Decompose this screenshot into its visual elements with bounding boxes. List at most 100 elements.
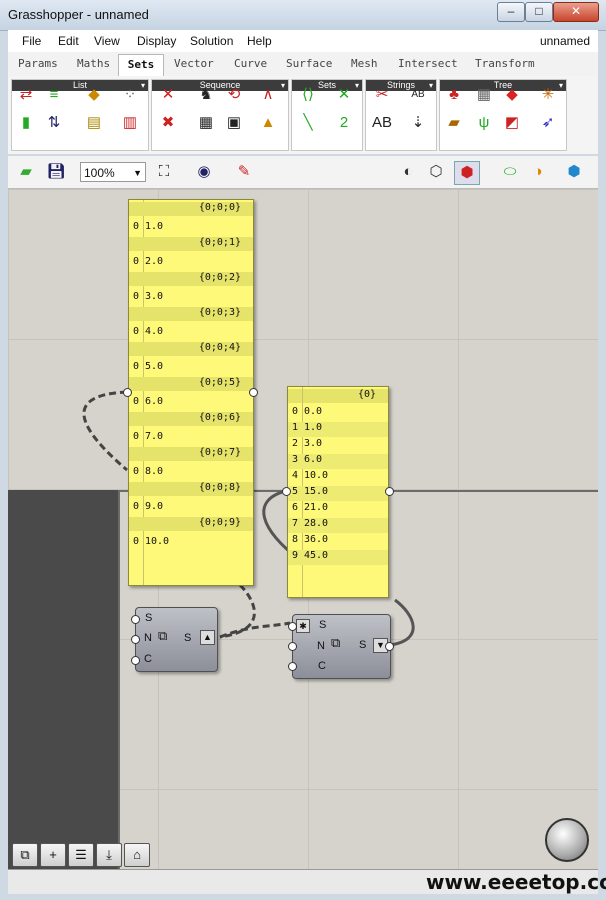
item-index: 4 — [292, 470, 299, 481]
list-item: 5 15.0 — [288, 486, 388, 501]
port-in-n[interactable] — [131, 635, 140, 644]
flatten-up-icon[interactable]: ▲ — [200, 630, 215, 645]
item-value: 8.0 — [145, 466, 164, 477]
port-in-s[interactable] — [288, 622, 297, 631]
item-index: 2 — [292, 438, 299, 449]
item-value: 15.0 — [304, 486, 329, 497]
branch-path: {0;0;0} — [129, 202, 253, 216]
watermark: www.eeeetop.com — [426, 870, 606, 894]
preview-settings-button[interactable]: ⌂ — [124, 843, 150, 867]
branch-item: 0 1.0 — [129, 221, 253, 235]
graft-star-icon[interactable]: ✱ — [296, 619, 310, 633]
list-item: 3 6.0 — [288, 454, 388, 469]
item-index: 0 — [133, 431, 140, 442]
item-index: 0 — [133, 466, 140, 477]
panel-right-output-port[interactable] — [385, 487, 394, 496]
item-index: 6 — [292, 502, 299, 513]
list-item: 1 1.0 — [288, 422, 388, 437]
panel-left[interactable]: {0;0;0} 0 1.0 {0;0;1} 0 2.0 {0;0;2} 0 3.0 {0;0;3}… — [128, 199, 254, 586]
branch-path: {0;0;1} — [129, 237, 253, 251]
branch-item: 0 9.0 — [129, 501, 253, 515]
input-n-label: N — [317, 640, 325, 652]
port-out-s[interactable] — [385, 642, 394, 651]
item-value: 36.0 — [304, 534, 329, 545]
branch-path: {0;0;9} — [129, 517, 253, 531]
panel-right[interactable]: {0} 0 0.0 1 1.0 2 3.0 3 6.0 4 10.0 5 15.0 6 21.0 7 28.0… — [287, 386, 389, 598]
branch-path: {0;0;4} — [129, 342, 253, 356]
list-item: 6 21.0 — [288, 502, 388, 517]
list-item: 4 10.0 — [288, 470, 388, 485]
item-index: 0 — [133, 501, 140, 512]
branch-item: 0 4.0 — [129, 326, 253, 340]
item-value: 3.0 — [304, 438, 323, 449]
component-left[interactable]: S N C ⧉ S ▲ — [131, 607, 218, 672]
add-button[interactable]: + — [40, 843, 66, 867]
item-index: 0 — [133, 291, 140, 302]
item-value: 1.0 — [145, 221, 164, 232]
branch-path: {0;0;7} — [129, 447, 253, 461]
item-value: 0.0 — [304, 406, 323, 417]
item-value: 45.0 — [304, 550, 329, 561]
component-right[interactable]: ✱ S N C ⧉ S ▼ — [288, 614, 394, 679]
port-in-c[interactable] — [131, 656, 140, 665]
list-item: 2 3.0 — [288, 438, 388, 453]
item-value: 7.0 — [145, 431, 164, 442]
panel-right-path: {0} — [288, 389, 388, 403]
item-value: 9.0 — [145, 501, 164, 512]
input-c-label: C — [318, 660, 326, 672]
output-s-label: S — [359, 639, 367, 651]
item-value: 21.0 — [304, 502, 329, 513]
wire-loop-left — [82, 390, 128, 472]
branch-path: {0;0;6} — [129, 412, 253, 426]
navigation-dial-icon[interactable] — [545, 818, 589, 862]
item-index: 0 — [133, 256, 140, 267]
series-icon: ⧉ — [331, 635, 341, 650]
branch-item: 0 2.0 — [129, 256, 253, 270]
item-value: 6.0 — [145, 396, 164, 407]
branch-item: 0 7.0 — [129, 431, 253, 445]
item-value: 10.0 — [304, 470, 329, 481]
list-view-button[interactable]: ☰ — [68, 843, 94, 867]
item-index: 0 — [133, 361, 140, 372]
input-s-label: S — [145, 612, 153, 624]
branch-path: {0;0;8} — [129, 482, 253, 496]
item-index: 5 — [292, 486, 299, 497]
item-value: 4.0 — [145, 326, 164, 337]
bake-button[interactable]: ⤓ — [96, 843, 122, 867]
item-value: 6.0 — [304, 454, 323, 465]
item-value: 10.0 — [145, 536, 170, 547]
panel-right-input-port[interactable] — [282, 487, 291, 496]
port-in-n[interactable] — [288, 642, 297, 651]
panel-left-input-port[interactable] — [123, 388, 132, 397]
item-index: 0 — [133, 326, 140, 337]
port-in-s[interactable] — [131, 615, 140, 624]
branch-item: 0 6.0 — [129, 396, 253, 410]
list-item: 8 36.0 — [288, 534, 388, 549]
branch-item: 0 8.0 — [129, 466, 253, 480]
item-index: 7 — [292, 518, 299, 529]
item-index: 0 — [133, 536, 140, 547]
component-widget-button[interactable]: ⧉ — [12, 843, 38, 867]
input-n-label: N — [144, 632, 152, 644]
branch-item: 0 10.0 — [129, 536, 253, 550]
input-c-label: C — [144, 653, 152, 665]
item-index: 0 — [133, 396, 140, 407]
branch-item: 0 5.0 — [129, 361, 253, 375]
item-index: 3 — [292, 454, 299, 465]
branch-path: {0;0;5} — [129, 377, 253, 391]
item-value: 28.0 — [304, 518, 329, 529]
wire-panel-to-component — [219, 583, 256, 639]
item-index: 8 — [292, 534, 299, 545]
port-in-c[interactable] — [288, 662, 297, 671]
wire-output-to-panel — [389, 598, 415, 647]
item-value: 3.0 — [145, 291, 164, 302]
item-index: 1 — [292, 422, 299, 433]
item-value: 2.0 — [145, 256, 164, 267]
series-icon: ⧉ — [158, 628, 168, 643]
branch-path: {0;0;3} — [129, 307, 253, 321]
branch-path: {0;0;2} — [129, 272, 253, 286]
item-index: 0 — [133, 221, 140, 232]
item-value: 5.0 — [145, 361, 164, 372]
panel-left-output-port[interactable] — [249, 388, 258, 397]
branch-item: 0 3.0 — [129, 291, 253, 305]
